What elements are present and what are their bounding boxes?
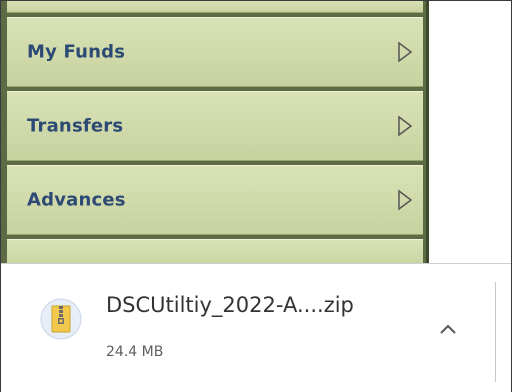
chevron-right-icon xyxy=(398,115,413,137)
menu-item-my-funds[interactable]: My Funds xyxy=(7,17,423,87)
menu-item-partial-bottom xyxy=(7,239,423,263)
page-content: My Funds Transfers Advances xyxy=(1,1,511,263)
menu-item-label: My Funds xyxy=(27,41,126,63)
menu-item-advances[interactable]: Advances xyxy=(7,165,423,235)
download-file-size: 24.4 MB xyxy=(106,344,164,360)
menu-item-transfers[interactable]: Transfers xyxy=(7,91,423,161)
chevron-right-icon xyxy=(398,189,413,211)
download-bar: DSCUtiltiy_2022-A....zip 24.4 MB xyxy=(1,263,511,392)
menu-item-label: Transfers xyxy=(27,115,124,137)
menu-item-partial-top xyxy=(7,1,423,13)
side-menu: My Funds Transfers Advances xyxy=(1,1,429,263)
chevron-right-icon xyxy=(398,41,413,63)
divider xyxy=(495,282,496,382)
download-file-name: DSCUtiltiy_2022-A....zip xyxy=(106,293,354,317)
zip-file-icon xyxy=(40,298,82,340)
menu-item-label: Advances xyxy=(27,189,126,211)
chevron-up-icon[interactable] xyxy=(431,314,465,344)
